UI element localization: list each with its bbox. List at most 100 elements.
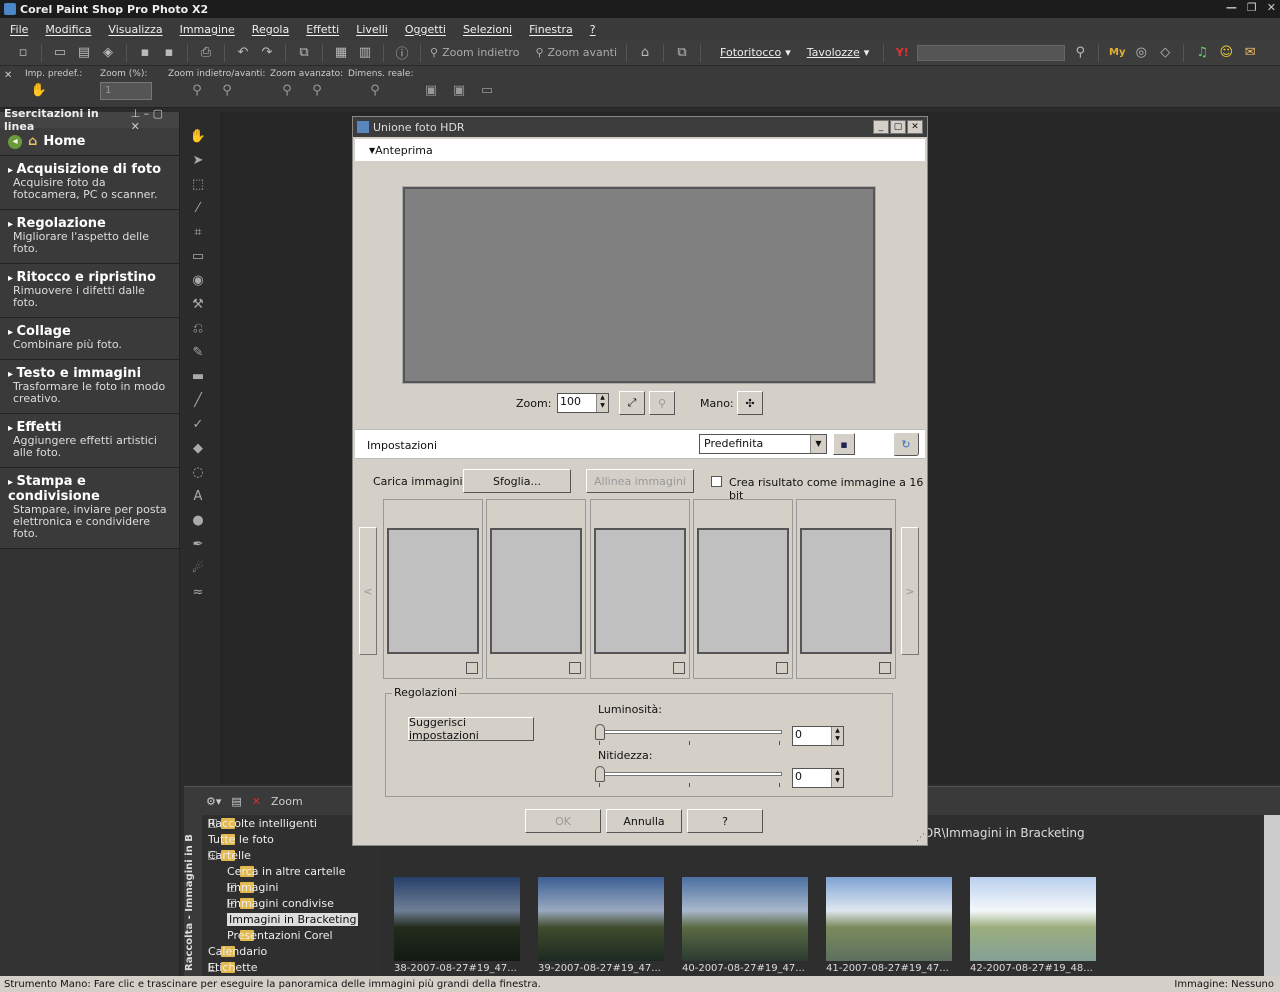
dropper-tool-icon[interactable]: ⁄ bbox=[184, 196, 212, 220]
tree-item[interactable]: + Etichette bbox=[204, 959, 380, 975]
tree-item[interactable]: Cerca in altre cartelle bbox=[204, 863, 380, 879]
text-tool-icon[interactable]: A bbox=[184, 484, 212, 508]
image-slot-checkbox[interactable] bbox=[776, 662, 788, 674]
eraser-tool-icon[interactable]: ▬ bbox=[184, 364, 212, 388]
menu-item[interactable]: Livelli bbox=[356, 23, 388, 36]
image-slot[interactable] bbox=[486, 499, 586, 679]
image-slot-checkbox[interactable] bbox=[466, 662, 478, 674]
actual-size-icon[interactable]: ⚲ bbox=[366, 83, 384, 101]
save-icon[interactable]: ▪ bbox=[136, 44, 154, 62]
fill-tool-icon[interactable]: ◆ bbox=[184, 436, 212, 460]
my-yahoo-icon[interactable]: My bbox=[1108, 44, 1126, 62]
learning-item[interactable]: Ritocco e ripristinoRimuovere i difetti … bbox=[0, 264, 179, 318]
menu-item[interactable]: Visualizza bbox=[108, 23, 162, 36]
tree-item[interactable]: + Cartelle bbox=[204, 847, 380, 863]
browse-icon[interactable]: ▤ bbox=[75, 44, 93, 62]
brightness-spinbox[interactable]: 0 ▲ ▼ bbox=[792, 726, 844, 746]
eraser-icon[interactable]: ◇ bbox=[1156, 44, 1174, 62]
minimize-icon[interactable]: — bbox=[1226, 1, 1237, 14]
fit-icon[interactable]: ▣ bbox=[422, 83, 440, 101]
image-slot-checkbox[interactable] bbox=[879, 662, 891, 674]
info-icon[interactable]: ⓘ bbox=[393, 44, 411, 62]
sharpness-knob[interactable] bbox=[595, 766, 605, 782]
organizer-zoom-label[interactable]: Zoom bbox=[271, 795, 303, 808]
new-icon[interactable]: ▫ bbox=[14, 44, 32, 62]
zoom-actual-button[interactable]: ⚲ bbox=[649, 391, 675, 415]
thumbnail[interactable]: 42-2007-08-27#19_48... bbox=[970, 877, 1096, 974]
image-slot-checkbox[interactable] bbox=[569, 662, 581, 674]
dialog-close-icon[interactable]: ✕ bbox=[907, 120, 923, 134]
mail-icon[interactable]: ✉ bbox=[1241, 44, 1259, 62]
thumbnail[interactable]: 39-2007-08-27#19_47... bbox=[538, 877, 664, 974]
image-slot[interactable] bbox=[383, 499, 483, 679]
sharpness-spinbox[interactable]: 0 ▲ ▼ bbox=[792, 768, 844, 788]
menu-item[interactable]: Effetti bbox=[306, 23, 339, 36]
straighten-tool-icon[interactable]: ▭ bbox=[184, 244, 212, 268]
window-icon[interactable]: ⧉ bbox=[673, 44, 691, 62]
print-icon[interactable]: ⎙ bbox=[197, 44, 215, 62]
back-arrow-icon[interactable]: ◂ bbox=[8, 134, 22, 149]
cancel-button[interactable]: Annulla bbox=[606, 809, 682, 833]
menu-item[interactable]: ? bbox=[590, 23, 596, 36]
zoom-in-button[interactable]: ⚲ Zoom avanti bbox=[535, 46, 617, 59]
next-images-button[interactable]: > bbox=[901, 527, 919, 655]
brightness-slider[interactable] bbox=[595, 724, 782, 745]
red-eye-tool-icon[interactable]: ◉ bbox=[184, 268, 212, 292]
copy-icon[interactable]: ⧉ bbox=[295, 44, 313, 62]
help-button[interactable]: ? bbox=[687, 809, 763, 833]
options-close-icon[interactable]: ✕ bbox=[4, 70, 12, 81]
zoom-in-tool-icon[interactable]: ⚲ bbox=[218, 83, 236, 101]
zoom-out-button[interactable]: ⚲ Zoom indietro bbox=[430, 46, 519, 59]
close-icon[interactable]: ✕ bbox=[1267, 1, 1276, 14]
tree-item[interactable]: Immagini in Bracketing bbox=[204, 911, 380, 927]
learning-item[interactable]: Stampa e condivisioneStampare, inviare p… bbox=[0, 468, 179, 549]
thumbnail[interactable]: 40-2007-08-27#19_47... bbox=[682, 877, 808, 974]
yahoo-icon[interactable]: Y! bbox=[893, 44, 911, 62]
learning-item[interactable]: Testo e immaginiTrasformare le foto in m… bbox=[0, 360, 179, 414]
open-icon[interactable]: ▭ bbox=[51, 44, 69, 62]
learning-item[interactable]: Acquisizione di fotoAcquisire foto da fo… bbox=[0, 156, 179, 210]
menu-item[interactable]: Immagine bbox=[180, 23, 235, 36]
save-preset-button[interactable]: ▪ bbox=[833, 433, 855, 455]
preview-toggle[interactable]: ▼ Anteprima bbox=[355, 139, 925, 161]
scan-icon[interactable]: ◈ bbox=[99, 44, 117, 62]
align-images-button[interactable]: Allinea immagini bbox=[586, 469, 694, 493]
tavolozze-menu[interactable]: Tavolozze ▾ bbox=[807, 46, 870, 59]
tree-item[interactable]: + Immagini bbox=[204, 879, 380, 895]
prev-images-button[interactable]: < bbox=[359, 527, 377, 655]
pick-tool-icon[interactable]: ➤ bbox=[184, 148, 212, 172]
image-slot[interactable] bbox=[796, 499, 896, 679]
fit-window-button[interactable]: ⤢ bbox=[619, 391, 645, 415]
music-icon[interactable]: ♫ bbox=[1193, 44, 1211, 62]
clone-tool-icon[interactable]: ⎌ bbox=[184, 316, 212, 340]
zoom-percent-field[interactable]: 1 bbox=[100, 82, 152, 100]
add-folder-icon[interactable]: ▤ bbox=[231, 795, 241, 808]
reset-button[interactable]: ↻ bbox=[893, 432, 919, 456]
dialog-maximize-icon[interactable]: ▢ bbox=[890, 120, 906, 134]
messenger-icon[interactable]: ☺ bbox=[1217, 44, 1235, 62]
dialog-minimize-icon[interactable]: _ bbox=[873, 120, 889, 134]
fit2-icon[interactable]: ▣ bbox=[450, 83, 468, 101]
smudge-tool-icon[interactable]: ◌ bbox=[184, 460, 212, 484]
preset-select[interactable]: Predefinita ▼ bbox=[699, 434, 827, 454]
zoom-spinbox[interactable]: 100 ▲ ▼ bbox=[557, 393, 609, 413]
browse-button[interactable]: Sfoglia... bbox=[463, 469, 571, 493]
pan-tool-icon[interactable]: ✋ bbox=[184, 124, 212, 148]
spin-arrows-icon[interactable]: ▲ ▼ bbox=[596, 394, 608, 412]
learning-item[interactable]: CollageCombinare più foto. bbox=[0, 318, 179, 360]
thumbnail[interactable]: 38-2007-08-27#19_47... bbox=[394, 877, 520, 974]
tree-item[interactable]: Presentazioni Corel bbox=[204, 927, 380, 943]
save-as-icon[interactable]: ▪ bbox=[160, 44, 178, 62]
zoom-adv2-icon[interactable]: ⚲ bbox=[308, 83, 326, 101]
image-slot[interactable] bbox=[590, 499, 690, 679]
hand-preset-icon[interactable]: ✋ bbox=[30, 83, 48, 101]
search-input[interactable] bbox=[917, 44, 1066, 61]
web-icon[interactable]: ⌂ bbox=[636, 44, 654, 62]
learning-item[interactable]: EffettiAggiungere effetti artistici alle… bbox=[0, 414, 179, 468]
crop-tool-icon[interactable]: ⌗ bbox=[184, 220, 212, 244]
thumbnail[interactable]: 41-2007-08-27#19_47... bbox=[826, 877, 952, 974]
panel-controls-icon[interactable]: ⊥ – ▢ ✕ bbox=[131, 107, 175, 133]
ok-button[interactable]: OK bbox=[525, 809, 601, 833]
brush-tool-icon[interactable]: ✎ bbox=[184, 340, 212, 364]
zoom-out-tool-icon[interactable]: ⚲ bbox=[188, 83, 206, 101]
